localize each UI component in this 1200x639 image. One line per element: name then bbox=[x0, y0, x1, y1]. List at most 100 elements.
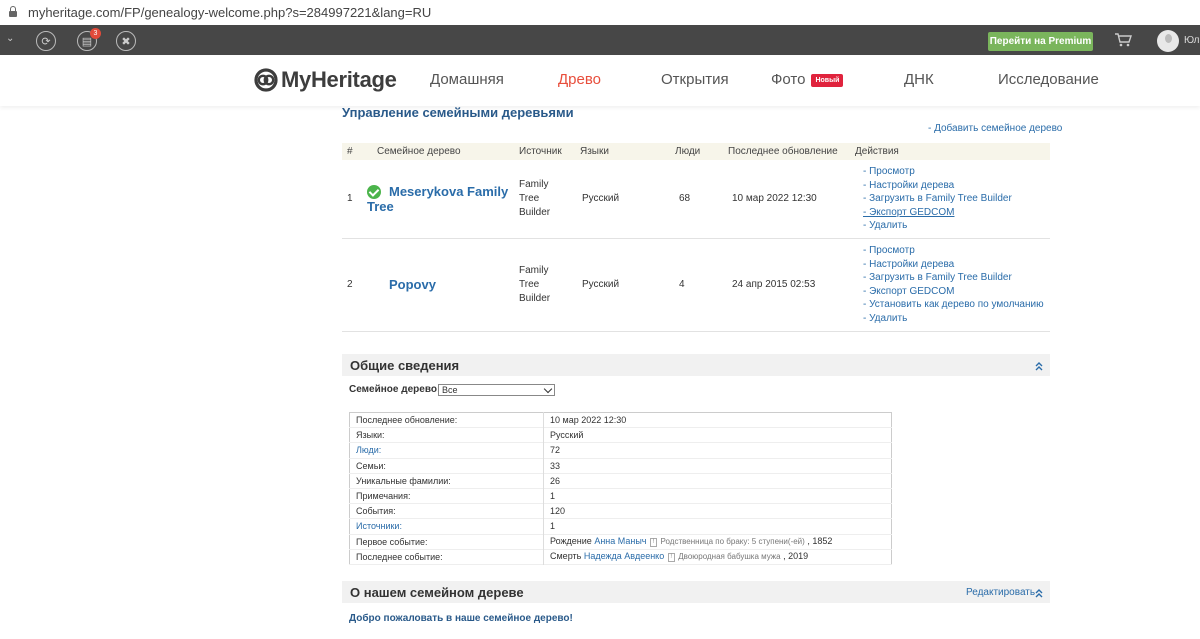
tree-name-link[interactable]: Meserykova Family Tree bbox=[367, 184, 508, 214]
action-view[interactable]: - Просмотр bbox=[863, 244, 1050, 258]
person-link[interactable]: Надежда Авдеенко bbox=[584, 551, 664, 561]
action-export-gedcom[interactable]: - Экспорт GEDCOM bbox=[863, 206, 1050, 220]
action-download-ftb[interactable]: - Загрузить в Family Tree Builder bbox=[863, 192, 1050, 206]
source-line: Builder bbox=[519, 206, 551, 218]
stat-key: События: bbox=[349, 503, 544, 519]
premium-button[interactable]: Перейти на Premium bbox=[988, 32, 1093, 51]
action-delete[interactable]: - Удалить bbox=[863, 219, 1050, 233]
new-badge: Новый bbox=[811, 74, 844, 87]
stat-value: 10 мар 2022 12:30 bbox=[550, 415, 627, 426]
tree-filter-select[interactable]: Все bbox=[438, 384, 555, 396]
chevron-down-icon[interactable]: ⌄ bbox=[6, 33, 16, 44]
source-cell: Family Tree Builder bbox=[519, 238, 580, 332]
source-line: Builder bbox=[519, 292, 551, 304]
source-line: Tree bbox=[519, 192, 540, 204]
last-event-value: Смерть Надежда Авдеенко ! Двоюродная баб… bbox=[544, 549, 892, 564]
row-num: 1 bbox=[342, 160, 366, 239]
col-actions: Действия bbox=[855, 143, 1050, 160]
action-delete[interactable]: - Удалить bbox=[863, 312, 1050, 326]
col-tree: Семейное дерево bbox=[366, 143, 519, 160]
language-cell: Русский bbox=[580, 160, 675, 239]
event-year: , 1852 bbox=[807, 536, 833, 547]
relation-text: Двоюродная бабушка мужа bbox=[678, 552, 781, 562]
stats-row: Люди: 72 bbox=[349, 442, 892, 459]
nav-dna[interactable]: ДНК bbox=[904, 71, 934, 88]
stats-row: Последнее обновление: 10 мар 2022 12:30 bbox=[349, 412, 892, 428]
stats-row: Семьи: 33 bbox=[349, 458, 892, 474]
table-header-row: # Семейное дерево Источник Языки Люди По… bbox=[342, 143, 1050, 160]
browser-toolbar: ⌄ ⟳ ▤ 3 ✖ Перейти на Premium Юл bbox=[0, 25, 1200, 55]
action-settings[interactable]: - Настройки дерева bbox=[863, 258, 1050, 272]
person-link[interactable]: Анна Маныч bbox=[594, 536, 646, 546]
sources-link[interactable]: Источники: bbox=[356, 521, 402, 531]
actions-cell: - Просмотр - Настройки дерева - Загрузит… bbox=[855, 160, 1050, 239]
nav-discoveries[interactable]: Открытия bbox=[661, 71, 729, 88]
people-cell: 68 bbox=[675, 160, 728, 239]
cart-icon[interactable] bbox=[1114, 33, 1132, 47]
lock-icon bbox=[8, 6, 18, 18]
avatar[interactable] bbox=[1157, 30, 1179, 52]
source-line: Tree bbox=[519, 278, 540, 290]
action-download-ftb[interactable]: - Загрузить в Family Tree Builder bbox=[863, 271, 1050, 285]
stats-row: Примечания: 1 bbox=[349, 488, 892, 504]
info-icon[interactable]: ! bbox=[667, 553, 675, 563]
stats-row: События: 120 bbox=[349, 503, 892, 519]
collapse-icon[interactable] bbox=[1034, 588, 1044, 598]
action-set-default[interactable]: - Установить как дерево по умолчанию bbox=[863, 298, 1050, 312]
add-tree-link[interactable]: - Добавить семейное дерево bbox=[928, 123, 1062, 134]
edit-link[interactable]: Редактировать bbox=[966, 587, 1035, 598]
stats-table: Последнее обновление: 10 мар 2022 12:30 Я… bbox=[349, 412, 892, 565]
action-export-gedcom[interactable]: - Экспорт GEDCOM bbox=[863, 285, 1050, 299]
nav-home[interactable]: Домашняя bbox=[430, 71, 504, 88]
trees-table: # Семейное дерево Источник Языки Люди По… bbox=[342, 143, 1050, 332]
col-num: # bbox=[342, 143, 366, 160]
stat-key: Последнее обновление: bbox=[349, 412, 544, 428]
nav-photos[interactable]: Фото Новый bbox=[771, 71, 844, 88]
updated-cell: 10 мар 2022 12:30 bbox=[728, 160, 855, 239]
info-icon[interactable]: ! bbox=[650, 538, 658, 548]
action-settings[interactable]: - Настройки дерева bbox=[863, 179, 1050, 193]
refresh-icon[interactable]: ⟳ bbox=[36, 31, 56, 51]
about-header: О нашем семейном дереве bbox=[342, 581, 1050, 603]
relation-text: Родственница по браку: 5 ступени(-ей) bbox=[660, 537, 805, 547]
stat-value: Русский bbox=[550, 430, 584, 441]
stat-key: Уникальные фамилии: bbox=[349, 473, 544, 489]
nav-photos-label: Фото bbox=[771, 71, 806, 88]
tree-cell: Popovy bbox=[366, 238, 519, 332]
table-row: 1 Meserykova Family Tree Family Tree Build… bbox=[342, 160, 1050, 239]
stat-key: Семьи: bbox=[349, 458, 544, 474]
tree-cell: Meserykova Family Tree bbox=[366, 160, 519, 239]
myheritage-logo-icon bbox=[254, 68, 278, 92]
stats-row: Первое событие: Рождение Анна Маныч ! Ро… bbox=[349, 534, 892, 550]
updated-cell: 24 апр 2015 02:53 bbox=[728, 238, 855, 332]
manage-trees-title: Управление семейными деревьями bbox=[342, 105, 574, 120]
source-line: Family bbox=[519, 264, 549, 276]
welcome-text: Добро пожаловать в наше семейное дерево! bbox=[349, 613, 573, 624]
address-bar[interactable]: myheritage.com/FP/genealogy-welcome.php?… bbox=[0, 0, 1200, 24]
logo[interactable]: MyHeritage bbox=[254, 67, 397, 92]
stat-key-link[interactable]: Источники: bbox=[349, 518, 544, 534]
collapse-icon[interactable] bbox=[1034, 361, 1044, 371]
people-link[interactable]: Люди: bbox=[356, 445, 381, 455]
people-cell: 4 bbox=[675, 238, 728, 332]
actions-cell: - Просмотр - Настройки дерева - Загрузит… bbox=[855, 238, 1050, 332]
stats-row: Источники: 1 bbox=[349, 518, 892, 534]
first-event-value: Рождение Анна Маныч ! Родственница по бр… bbox=[544, 534, 892, 549]
url-text[interactable]: myheritage.com/FP/genealogy-welcome.php?… bbox=[28, 5, 431, 20]
overview-header: Общие сведения bbox=[342, 354, 1050, 376]
user-name[interactable]: Юл bbox=[1184, 35, 1200, 46]
tree-name-link[interactable]: Popovy bbox=[389, 277, 436, 292]
stat-key-link[interactable]: Люди: bbox=[349, 442, 544, 459]
col-people: Люди bbox=[675, 143, 728, 160]
table-row: 2 Popovy Family Tree Builder Русский 4 24 … bbox=[342, 238, 1050, 332]
stat-key: Языки: bbox=[349, 427, 544, 443]
source-cell: Family Tree Builder bbox=[519, 160, 580, 239]
check-icon bbox=[367, 184, 381, 199]
stats-row: Уникальные фамилии: 26 bbox=[349, 473, 892, 489]
stat-key: Примечания: bbox=[349, 488, 544, 504]
stats-row: Языки: Русский bbox=[349, 427, 892, 443]
nav-research[interactable]: Исследование bbox=[998, 71, 1099, 88]
tools-icon[interactable]: ✖ bbox=[116, 31, 136, 51]
action-view[interactable]: - Просмотр bbox=[863, 165, 1050, 179]
nav-tree[interactable]: Древо bbox=[558, 71, 601, 88]
